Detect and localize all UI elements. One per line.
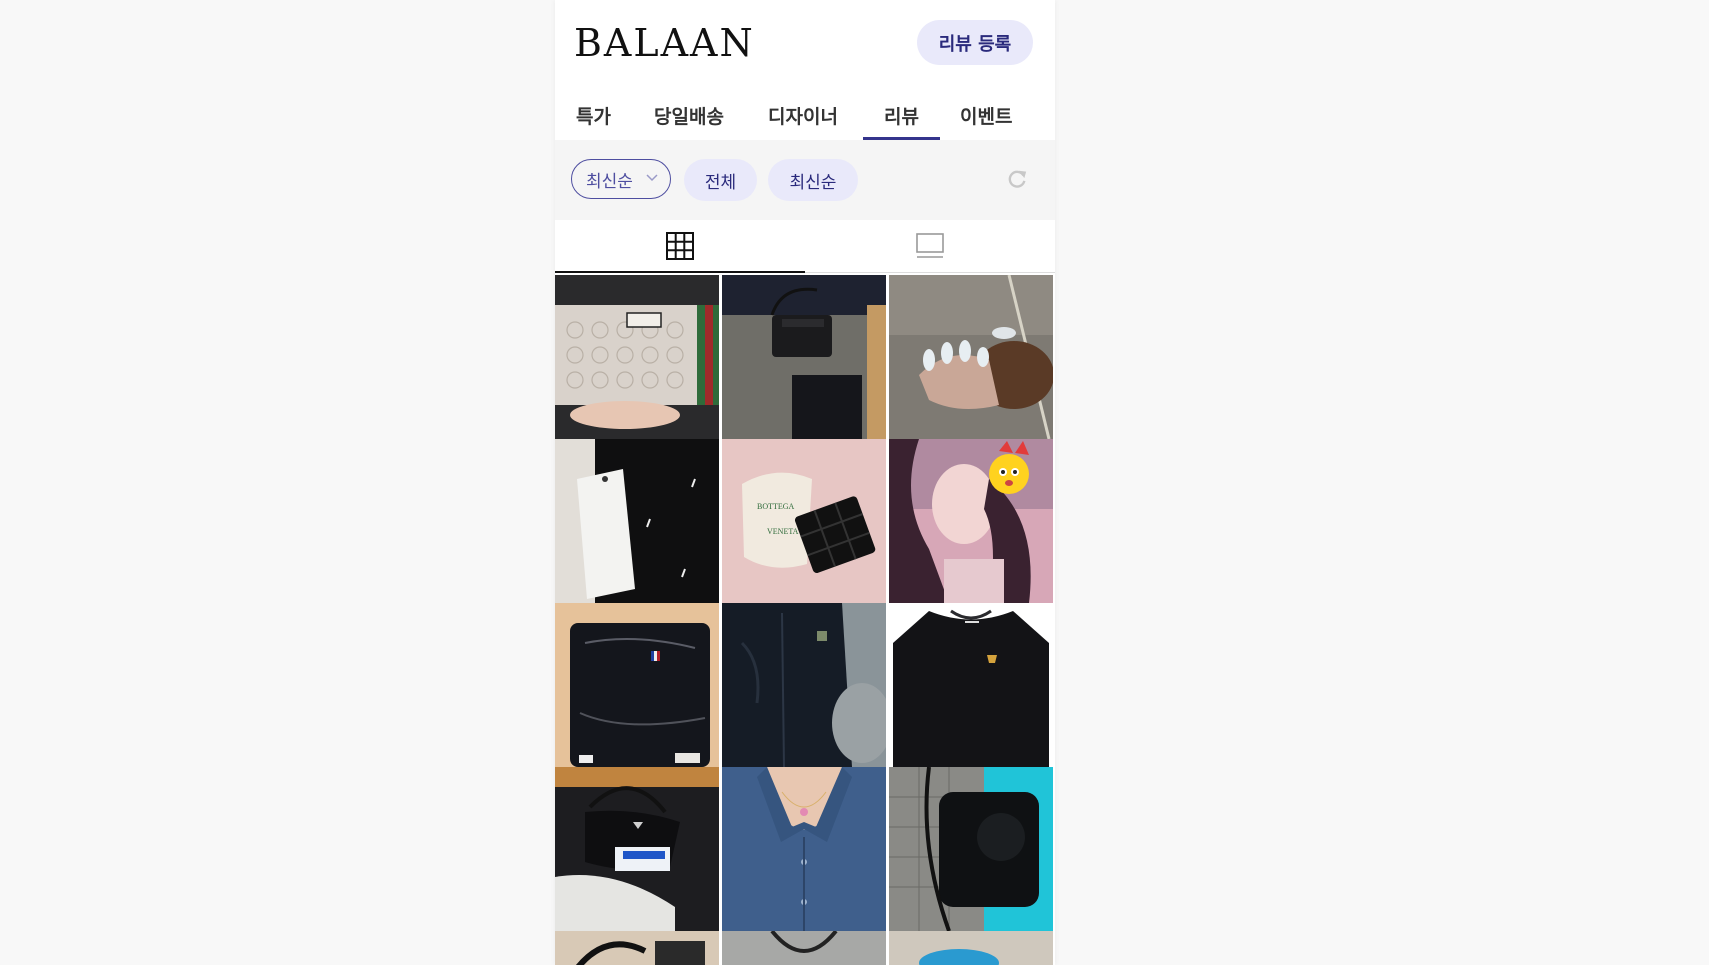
review-photo[interactable] bbox=[555, 439, 719, 603]
review-photo[interactable] bbox=[889, 767, 1053, 931]
photo-gucci-pouch bbox=[555, 275, 719, 439]
main-nav-tabs: 특가 당일배송 디자이너 리뷰 이벤트 bbox=[555, 84, 1055, 140]
wallet-pouch-label: VENETA bbox=[767, 527, 799, 536]
review-photo[interactable] bbox=[889, 275, 1053, 439]
brand-logo[interactable]: BALAAN bbox=[574, 21, 755, 65]
photo-packaged-cardigan bbox=[555, 603, 719, 767]
refresh-icon[interactable] bbox=[1006, 168, 1028, 190]
review-photo[interactable] bbox=[555, 931, 719, 965]
review-photo[interactable] bbox=[889, 931, 1053, 965]
review-photo[interactable] bbox=[889, 603, 1053, 767]
review-photo[interactable] bbox=[722, 603, 886, 767]
list-icon bbox=[916, 233, 944, 258]
photo-black-knit-with-tag bbox=[555, 439, 719, 603]
view-toggle bbox=[555, 220, 1055, 273]
top-bar: BALAAN 리뷰 등록 bbox=[555, 0, 1055, 84]
filter-bar: 최신순 전체 최신순 bbox=[555, 140, 1055, 220]
review-photo[interactable] bbox=[722, 275, 886, 439]
tab-same-day-delivery[interactable]: 당일배송 bbox=[654, 102, 724, 140]
tab-events[interactable]: 이벤트 bbox=[960, 102, 1012, 140]
photo-black-crossbody-bag bbox=[722, 275, 886, 439]
grid-view-tab[interactable] bbox=[555, 220, 805, 273]
photo-navy-padded-jacket bbox=[722, 603, 886, 767]
photo-manicure bbox=[889, 275, 1053, 439]
review-photo[interactable]: BOTTEGA VENETA bbox=[722, 439, 886, 603]
mobile-app-frame: BALAAN 리뷰 등록 특가 당일배송 디자이너 리뷰 이벤트 최신순 전체 … bbox=[555, 0, 1055, 965]
sort-select[interactable]: 최신순 bbox=[571, 159, 671, 199]
tab-reviews[interactable]: 리뷰 bbox=[863, 102, 940, 140]
review-photo[interactable] bbox=[722, 931, 886, 965]
photo-partial-3 bbox=[889, 931, 1053, 965]
review-photo[interactable] bbox=[555, 275, 719, 439]
photo-partial-1 bbox=[555, 931, 719, 965]
review-photo[interactable] bbox=[889, 439, 1053, 603]
tab-designers[interactable]: 디자이너 bbox=[768, 102, 838, 140]
review-photo[interactable] bbox=[555, 767, 719, 931]
chevron-down-icon bbox=[646, 174, 658, 182]
wallet-pouch-label: BOTTEGA bbox=[757, 502, 795, 511]
photo-black-camera-bag bbox=[889, 767, 1053, 931]
review-photo[interactable] bbox=[722, 767, 886, 931]
photo-prada-nylon-bag bbox=[555, 767, 719, 931]
photo-black-sweater bbox=[889, 603, 1053, 767]
tab-special-deals[interactable]: 특가 bbox=[576, 102, 611, 140]
filter-chip-latest[interactable]: 최신순 bbox=[768, 159, 858, 201]
grid-icon bbox=[666, 232, 694, 260]
write-review-button[interactable]: 리뷰 등록 bbox=[917, 20, 1033, 65]
sort-select-value: 최신순 bbox=[586, 171, 633, 192]
photo-partial-2 bbox=[722, 931, 886, 965]
photo-selfie-with-sticker bbox=[889, 439, 1053, 603]
photo-denim-shirt-necklace bbox=[722, 767, 886, 931]
review-photo[interactable] bbox=[555, 603, 719, 767]
filter-chip-all[interactable]: 전체 bbox=[684, 159, 757, 201]
list-view-tab[interactable] bbox=[805, 220, 1055, 272]
photo-bottega-veneta-wallet: BOTTEGA VENETA bbox=[722, 439, 886, 603]
